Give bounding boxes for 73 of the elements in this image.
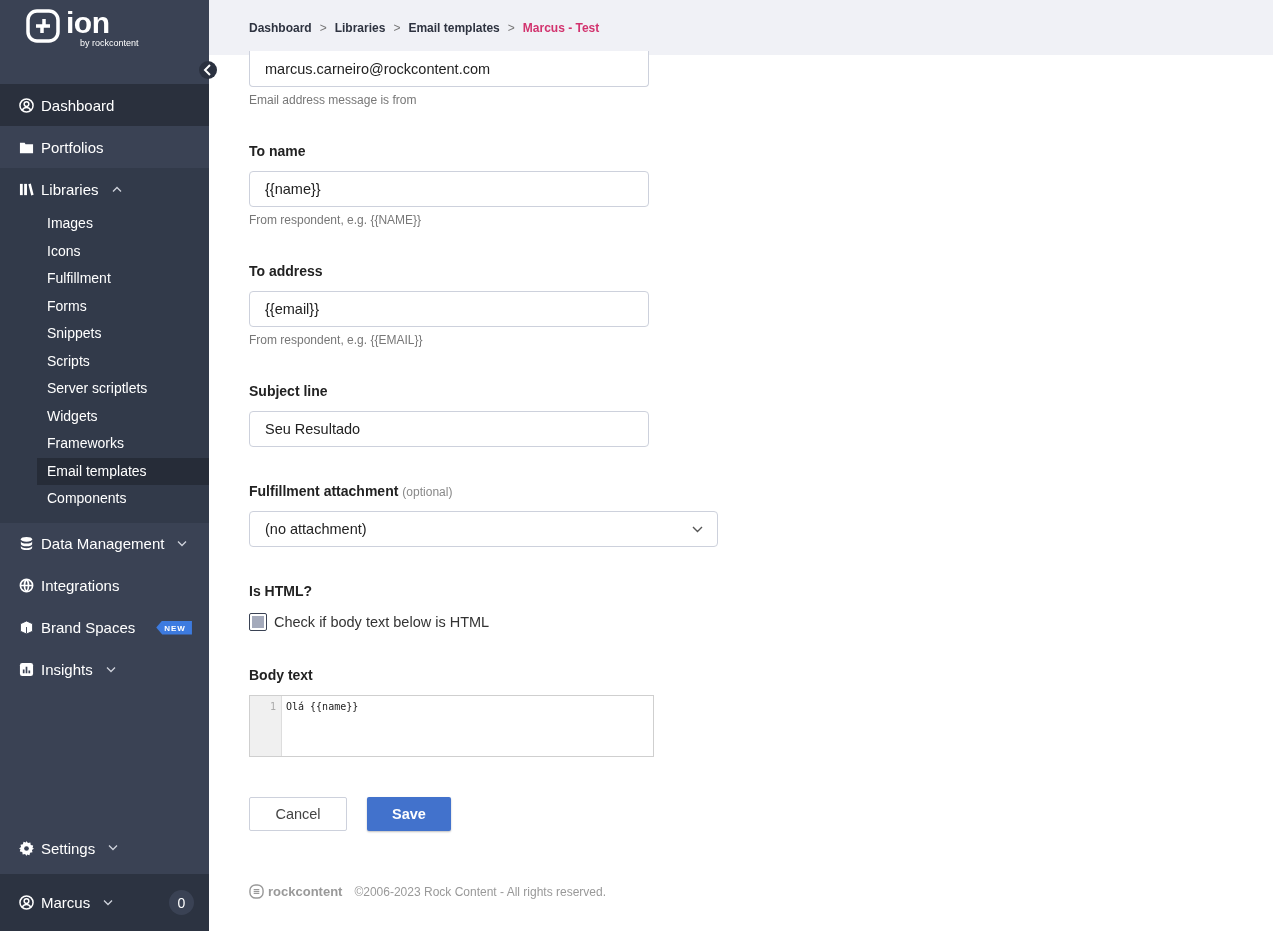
new-badge: NEW	[156, 620, 192, 635]
line-number: 1	[269, 701, 276, 712]
checkbox[interactable]	[249, 613, 267, 631]
breadcrumb-separator: >	[507, 20, 515, 35]
chevron-down-icon	[692, 525, 703, 533]
optional-note: (optional)	[402, 485, 453, 499]
save-button[interactable]: Save	[367, 797, 451, 831]
caret-icon	[103, 899, 114, 906]
breadcrumb-current: Marcus - Test	[522, 20, 600, 35]
globe-icon	[19, 578, 34, 593]
nav-subitem[interactable]: Images	[37, 210, 209, 238]
field-label: Fulfillment attachment	[249, 483, 399, 499]
help-text: Email address message is from	[249, 93, 418, 107]
settings-menu[interactable]: Settings	[0, 827, 209, 869]
field-label: To address	[249, 263, 323, 279]
nav-subitem[interactable]: Widgets	[37, 402, 209, 430]
breadcrumb-link[interactable]: Email templates	[408, 20, 500, 35]
code-line: Olá {{name}}	[286, 701, 359, 712]
copyright-text: ©2006-2023 Rock Content - All rights reserved.	[354, 884, 607, 899]
caret-icon	[177, 540, 188, 547]
field-label: Subject line	[249, 383, 328, 399]
user-circle-icon	[19, 895, 34, 910]
bar-chart-icon	[19, 662, 34, 677]
code-editor[interactable]: 1 Olá {{name}}	[249, 695, 654, 757]
user-menu[interactable]: Marcus	[0, 881, 114, 924]
help-text: From respondent, e.g. {{EMAIL}}	[249, 333, 424, 347]
nav-item[interactable]: Integrations	[0, 564, 209, 607]
nav-item[interactable]: Dashboard	[0, 84, 209, 126]
nav-item[interactable]: Insights	[0, 648, 209, 691]
nav-item[interactable]: Brand Spaces NEW	[0, 606, 209, 649]
collapse-sidebar-button[interactable]	[199, 61, 217, 79]
text-field[interactable]: Seu Resultado	[249, 411, 649, 447]
nav-subitem[interactable]: Components	[37, 485, 209, 513]
books-icon	[19, 181, 34, 197]
user-circle-icon	[19, 97, 34, 113]
nav-subitem[interactable]: Server scriptlets	[37, 375, 209, 403]
cube-icon	[19, 620, 34, 635]
nav-subitem[interactable]: Scripts	[37, 347, 209, 375]
breadcrumb-separator: >	[319, 20, 327, 35]
caret-icon	[108, 845, 119, 851]
nav-subitem[interactable]: Frameworks	[37, 430, 209, 458]
field-label: To name	[249, 143, 306, 159]
help-text: From respondent, e.g. {{NAME}}	[249, 213, 423, 227]
database-icon	[19, 536, 34, 551]
nav-item[interactable]: Data Management	[0, 522, 209, 565]
nav-subitem[interactable]: Email templates	[37, 457, 209, 485]
logo-byline: by rockcontent	[80, 38, 139, 48]
breadcrumb-link[interactable]: Libraries	[334, 20, 386, 35]
checkbox-label: Check if body text below is HTML	[274, 614, 490, 630]
settings-icon	[19, 840, 34, 856]
nav-item[interactable]: Libraries	[0, 168, 209, 210]
logo-text: ion	[66, 9, 111, 37]
nav-subitem[interactable]: Fulfillment	[37, 265, 209, 293]
breadcrumb-separator: >	[393, 20, 401, 35]
caret-icon	[111, 186, 122, 192]
nav-subitem[interactable]: Snippets	[37, 320, 209, 348]
field-label: Body text	[249, 667, 313, 683]
nav-item[interactable]: Portfolios	[0, 126, 209, 168]
cancel-button[interactable]: Cancel	[249, 797, 347, 831]
chevron-left-icon	[203, 64, 213, 76]
caret-icon	[105, 666, 116, 673]
text-field[interactable]: marcus.carneiro@rockcontent.com	[249, 51, 649, 87]
footer-brand: rockcontent	[268, 884, 343, 899]
attachment-dropdown[interactable]: (no attachment)	[249, 511, 718, 547]
logo-icon	[26, 9, 60, 43]
text-field[interactable]: {{email}}	[249, 291, 649, 327]
text-field[interactable]: {{name}}	[249, 171, 649, 207]
breadcrumb-link[interactable]: Dashboard	[249, 20, 312, 35]
field-label: Is HTML?	[249, 583, 312, 599]
brand-logo-icon	[249, 884, 264, 899]
notification-count[interactable]: 0	[169, 890, 194, 915]
nav-subitem[interactable]: Forms	[37, 292, 209, 320]
nav-subitem[interactable]: Icons	[37, 237, 209, 265]
